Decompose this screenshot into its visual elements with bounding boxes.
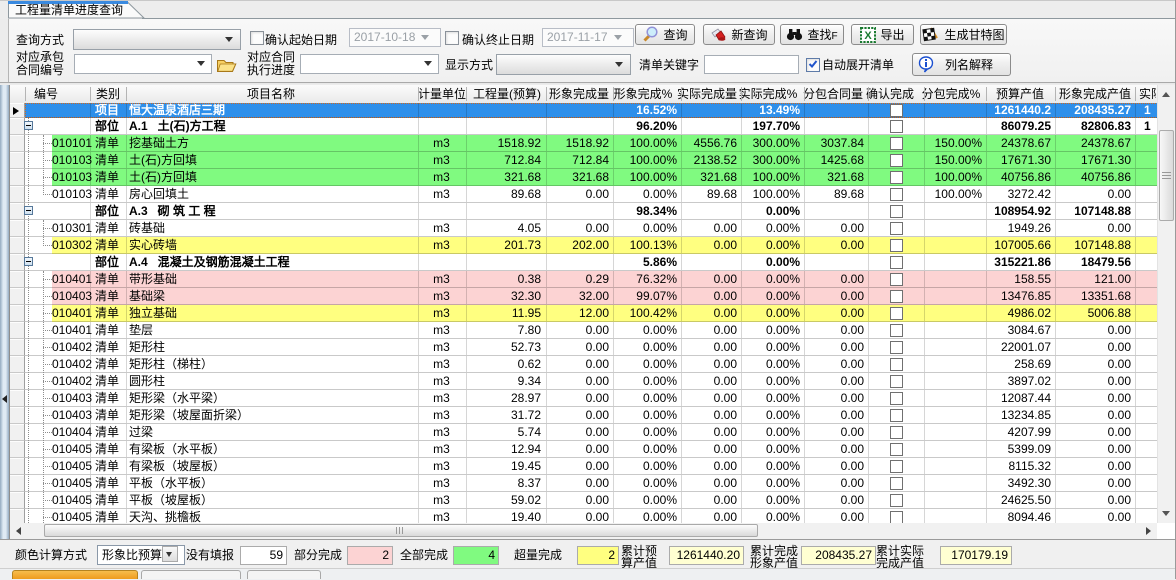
svg-text:X: X <box>865 30 873 42</box>
